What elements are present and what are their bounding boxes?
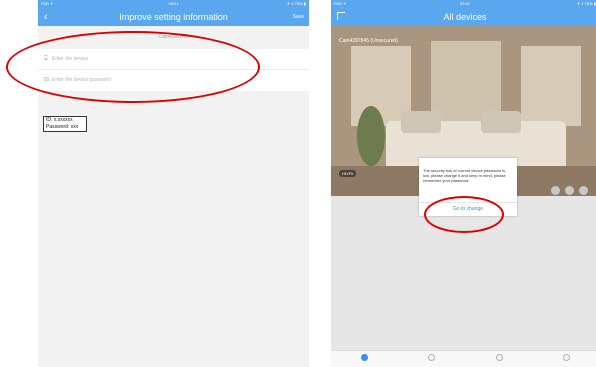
tab-bar: [331, 350, 596, 367]
profile-tab-icon[interactable]: [563, 354, 570, 361]
camera-name-label: Cam4397845 (Unsecured): [339, 38, 398, 44]
save-button[interactable]: Save: [293, 8, 304, 26]
settings-icon[interactable]: [579, 186, 588, 195]
form-highlight-ellipse: [6, 31, 260, 103]
page-title: All devices: [443, 12, 487, 22]
button-highlight-ellipse: [424, 196, 504, 233]
battery-label: ✈ 1 78% ▮: [576, 1, 596, 6]
dialog-message: The security risk of current device pass…: [423, 168, 506, 183]
clock-label: 09:21: [459, 1, 470, 6]
clock-label: 09:21: [168, 1, 179, 6]
devices-tab-icon[interactable]: [361, 354, 368, 361]
snapshot-icon[interactable]: [565, 186, 574, 195]
status-bar: PAD ✦ 09:21 ✈ 1 78% ▮: [331, 0, 596, 8]
nav-bar: ‹ Improve setting information Save: [38, 8, 309, 26]
status-bar: PAD ✦ 09:21 ✈ 1 78% ▮: [38, 0, 309, 8]
battery-label: ✈ 1 78% ▮: [286, 1, 306, 6]
note-line-id: ID: x.xxxxxx: [46, 117, 73, 123]
page-title: Improve setting information: [119, 12, 228, 22]
nav-bar: All devices: [331, 8, 596, 26]
alerts-tab-icon[interactable]: [428, 354, 435, 361]
credentials-note: ID: x.xxxxxx Password: xxx: [43, 116, 87, 132]
hd-badge[interactable]: HD/Fit: [339, 170, 357, 177]
discover-tab-icon[interactable]: [496, 354, 503, 361]
record-icon[interactable]: [551, 186, 560, 195]
note-line-password: Password: xxx: [46, 124, 79, 130]
